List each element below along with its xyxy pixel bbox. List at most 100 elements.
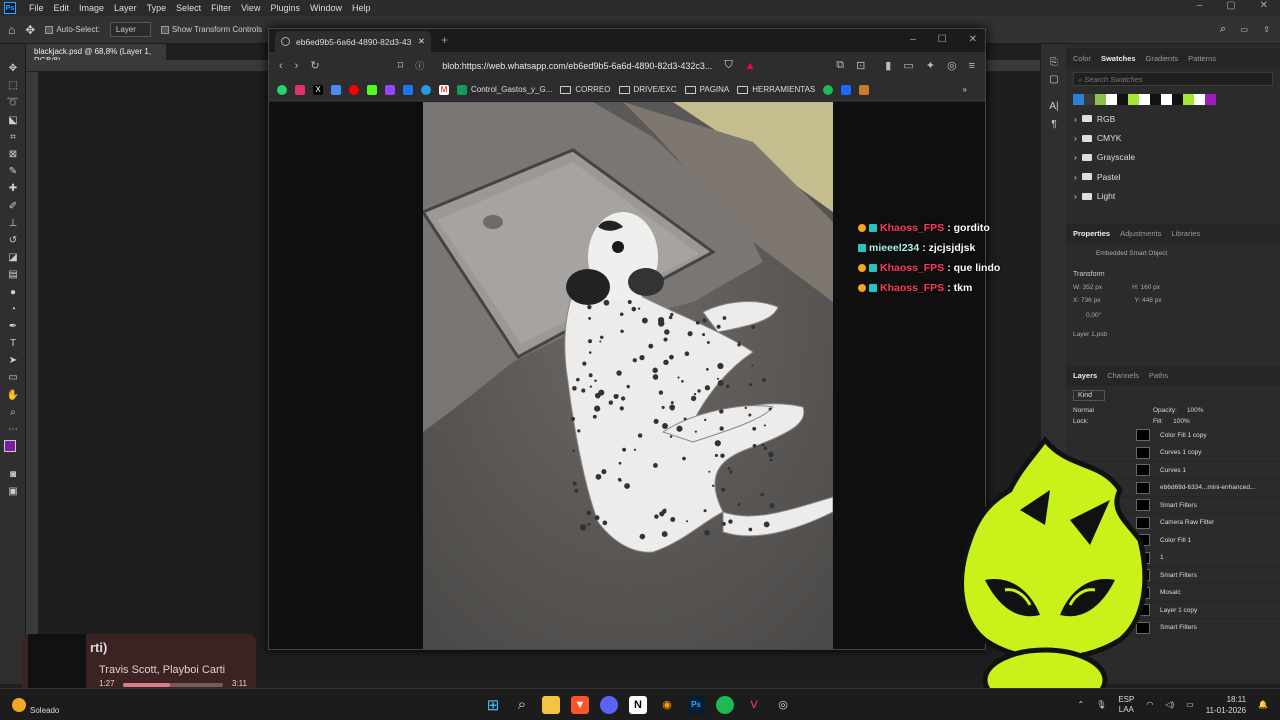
- object-select-tool-icon[interactable]: ⬕: [0, 112, 26, 129]
- healing-tool-icon[interactable]: ✚: [0, 180, 26, 197]
- transform-controls-checkbox[interactable]: Show Transform Controls: [160, 25, 262, 34]
- notion-icon[interactable]: N: [629, 695, 647, 714]
- blend-mode-dropdown[interactable]: Normal: [1073, 407, 1143, 414]
- windows-start-icon[interactable]: ⊞: [484, 696, 502, 714]
- share-icon[interactable]: ⇪: [1263, 25, 1270, 34]
- color-swatches[interactable]: [0, 438, 25, 466]
- crop-tool-icon[interactable]: ⌗: [0, 129, 26, 146]
- search-swatches-input[interactable]: ⌕ Search Swatches: [1073, 72, 1273, 86]
- weather-widget[interactable]: Soleado: [12, 694, 59, 715]
- move-tool-icon[interactable]: ✥: [25, 23, 35, 37]
- pen-tool-icon[interactable]: ✒: [0, 318, 26, 335]
- swatch-color[interactable]: [1183, 94, 1194, 105]
- move-tool-icon[interactable]: ✥: [0, 60, 26, 77]
- x-field[interactable]: X: 736 px: [1073, 297, 1100, 304]
- swatch-color[interactable]: [1117, 94, 1128, 105]
- menu-view[interactable]: View: [236, 3, 265, 13]
- reload-icon[interactable]: ↻: [310, 59, 319, 72]
- swatch-group-pastel[interactable]: › Pastel: [1066, 167, 1280, 186]
- instagram-icon[interactable]: [295, 84, 305, 95]
- gmail-icon[interactable]: M: [439, 84, 449, 95]
- eyedropper-tool-icon[interactable]: ✎: [0, 163, 26, 180]
- tab-color[interactable]: Color: [1073, 54, 1091, 63]
- brush-tool-icon[interactable]: ✐: [0, 198, 26, 215]
- tray-up-icon[interactable]: ⌃: [1077, 700, 1084, 709]
- minimize-icon[interactable]: –: [910, 34, 916, 45]
- maximize-icon[interactable]: ▢: [1226, 0, 1235, 11]
- menu-layer[interactable]: Layer: [109, 3, 142, 13]
- artboard-tool-icon[interactable]: ⬚: [0, 77, 26, 94]
- lasso-tool-icon[interactable]: ➰: [0, 94, 26, 111]
- brave-browser-icon[interactable]: ▼: [571, 695, 589, 714]
- bookmark-correo[interactable]: CORREO: [560, 85, 611, 94]
- whatsapp-icon[interactable]: [277, 84, 287, 95]
- extensions-icon[interactable]: ⧉: [836, 59, 844, 72]
- tab-layers[interactable]: Layers: [1073, 371, 1097, 380]
- character-icon[interactable]: A|: [1041, 98, 1067, 115]
- app-icon-green[interactable]: [823, 84, 834, 95]
- paragraph-icon[interactable]: ¶: [1041, 116, 1067, 133]
- blur-tool-icon[interactable]: ●: [0, 283, 26, 300]
- browser-tab[interactable]: eb6ed9b5-6a6d-4890-82d3-432 ✕: [275, 31, 431, 52]
- comments-icon[interactable]: ▢: [1041, 71, 1067, 88]
- search-icon[interactable]: ⌕: [1220, 23, 1226, 36]
- y-field[interactable]: Y: 448 px: [1134, 297, 1161, 304]
- swatch-color[interactable]: [1139, 94, 1150, 105]
- swatch-color[interactable]: [1205, 94, 1216, 105]
- tab-channels[interactable]: Channels: [1107, 371, 1139, 380]
- angle-field[interactable]: 0,00°: [1066, 308, 1280, 323]
- menu-file[interactable]: File: [24, 3, 49, 13]
- tab-swatches[interactable]: Swatches: [1101, 54, 1136, 63]
- swatch-color[interactable]: [1161, 94, 1172, 105]
- app-icon-orange[interactable]: [859, 84, 870, 95]
- hand-tool-icon[interactable]: ✋: [0, 387, 26, 404]
- more-bookmarks-icon[interactable]: »: [963, 85, 967, 94]
- maximize-icon[interactable]: ☐: [938, 34, 947, 45]
- swatch-color[interactable]: [1150, 94, 1161, 105]
- obs-icon[interactable]: ◎: [774, 696, 792, 714]
- history-icon[interactable]: ⎘: [1041, 54, 1067, 71]
- swatch-color[interactable]: [1084, 94, 1095, 105]
- bookmark-pagina[interactable]: PAGINA: [684, 85, 729, 94]
- close-tab-icon[interactable]: ✕: [418, 36, 425, 47]
- swatch-group-grayscale[interactable]: › Grayscale: [1066, 148, 1280, 167]
- battery-icon[interactable]: ▭: [1186, 700, 1194, 709]
- valorant-icon[interactable]: V: [745, 696, 763, 714]
- quick-mask-icon[interactable]: ◙: [0, 466, 26, 483]
- bookmark-icon[interactable]: ⌑: [398, 59, 404, 72]
- home-icon[interactable]: ⌂: [8, 23, 15, 37]
- history-brush-tool-icon[interactable]: ↺: [0, 232, 26, 249]
- swatch-color[interactable]: [1194, 94, 1205, 105]
- swatch-color[interactable]: [1073, 94, 1084, 105]
- close-icon[interactable]: ✕: [1260, 0, 1268, 11]
- tab-paths[interactable]: Paths: [1149, 371, 1168, 380]
- language-indicator[interactable]: ESP LAA: [1118, 695, 1134, 715]
- gradient-tool-icon[interactable]: ▤: [0, 266, 26, 283]
- url-field[interactable]: blob:https://web.whatsapp.com/eb6ed9b5-6…: [442, 61, 712, 71]
- back-icon[interactable]: ‹: [279, 60, 283, 72]
- x-icon[interactable]: X: [313, 84, 323, 95]
- discord-icon[interactable]: [600, 695, 618, 714]
- kick-icon[interactable]: [367, 84, 377, 95]
- forward-icon[interactable]: ›: [295, 60, 299, 72]
- clock[interactable]: 18:11 11-01-2026: [1206, 694, 1246, 716]
- telegram-icon[interactable]: [421, 84, 431, 95]
- microphone-icon[interactable]: 🎙: [1096, 700, 1106, 709]
- minimize-icon[interactable]: –: [1197, 0, 1203, 11]
- notification-bell-icon[interactable]: 🔔: [1258, 700, 1268, 709]
- foreground-color[interactable]: [4, 440, 16, 453]
- spotify-icon[interactable]: [716, 695, 734, 714]
- fill-value[interactable]: 100%: [1173, 418, 1190, 425]
- twitch-icon[interactable]: [385, 84, 395, 95]
- auto-select-dropdown[interactable]: Layer: [109, 22, 151, 37]
- wallet-icon[interactable]: ▭: [903, 59, 913, 72]
- swatch-color[interactable]: [1172, 94, 1183, 105]
- kind-filter-dropdown[interactable]: Kind: [1073, 389, 1106, 401]
- clone-stamp-tool-icon[interactable]: ⊥: [0, 215, 26, 232]
- more-tools-icon[interactable]: ⋯: [0, 421, 26, 438]
- screenshot-icon[interactable]: ⊡: [856, 59, 865, 72]
- site-info-icon[interactable]: ⓘ: [415, 59, 424, 72]
- brave-rewards-icon[interactable]: ▲: [745, 60, 756, 72]
- leo-ai-icon[interactable]: ✦: [926, 59, 935, 72]
- wifi-icon[interactable]: ◠: [1146, 700, 1153, 709]
